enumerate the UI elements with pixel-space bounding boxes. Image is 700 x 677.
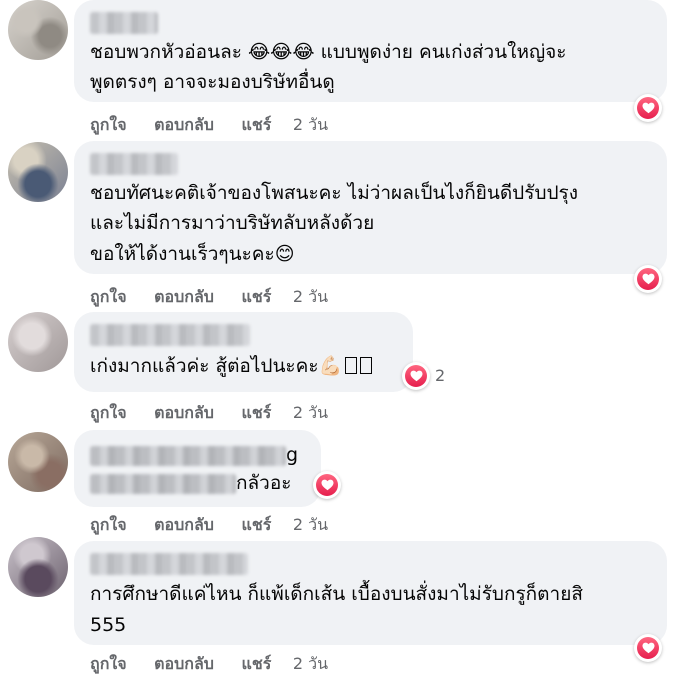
comment-text-line: ขอให้ได้งานเร็วๆนะคะ😊: [90, 243, 295, 265]
heart-icon: [405, 365, 427, 387]
reaction-badge[interactable]: [313, 471, 341, 499]
comment-text: กลัวอะ: [236, 472, 292, 494]
avatar[interactable]: [8, 0, 68, 60]
timestamp[interactable]: 2 วัน: [293, 113, 328, 138]
heart-icon: [637, 268, 659, 290]
reply-button[interactable]: ตอบกลับ: [154, 513, 214, 538]
reaction-count[interactable]: 2: [435, 366, 445, 385]
comment-text-line: g: [90, 442, 298, 468]
comment-bubble: การศึกษาดีแค่ไหน ก็แพ้เด็กเส้น เบื้องบนส…: [74, 541, 667, 645]
timestamp[interactable]: 2 วัน: [293, 401, 328, 426]
share-button[interactable]: แชร์: [242, 401, 272, 426]
avatar[interactable]: [8, 537, 68, 597]
comment-bubble: ชอบทัศนะคติเจ้าของโพสนะคะ ไม่ว่าผลเป็นไง…: [74, 141, 667, 274]
heart-icon: [316, 474, 338, 496]
comment-bubble: ชอบพวกหัวอ่อนละ 😂😂😂 แบบพูดง่าย คนเก่งส่ว…: [74, 0, 667, 102]
comment-actions: ถูกใจ ตอบกลับ แชร์ 2 วัน: [90, 513, 350, 538]
missing-glyph-box: [360, 357, 373, 374]
comment-text-line: และไม่มีการมาว่าบริษัทลับหลังด้วย: [90, 212, 375, 234]
comment-text-line: การศึกษาดีแค่ไหน ก็แพ้เด็กเส้น เบื้องบนส…: [90, 583, 583, 605]
comment-text-blurred: [90, 473, 236, 494]
reaction-badge[interactable]: [634, 94, 662, 122]
comment-actions: ถูกใจ ตอบกลับ แชร์ 2 วัน: [90, 652, 350, 677]
avatar[interactable]: [8, 432, 68, 492]
comment-actions: ถูกใจ ตอบกลับ แชร์ 2 วัน: [90, 401, 350, 426]
timestamp[interactable]: 2 วัน: [293, 652, 328, 677]
comment-text-line: พูดตรงๆ อาจจะมองบริษัทอื่นดู: [90, 71, 335, 93]
reply-button[interactable]: ตอบกลับ: [154, 113, 214, 138]
reaction-badge[interactable]: [634, 634, 662, 662]
commenter-name-blurred[interactable]: [90, 445, 286, 466]
reply-button[interactable]: ตอบกลับ: [154, 652, 214, 677]
comment-text-line: เก่งมากแล้วค่ะ สู้ต่อไปนะคะ💪🏻: [90, 352, 373, 381]
share-button[interactable]: แชร์: [242, 513, 272, 538]
commenter-name-blurred[interactable]: [90, 153, 178, 175]
share-button[interactable]: แชร์: [242, 652, 272, 677]
like-button[interactable]: ถูกใจ: [90, 401, 127, 426]
comment-bubble: เก่งมากแล้วค่ะ สู้ต่อไปนะคะ💪🏻: [74, 312, 413, 392]
heart-icon: [637, 637, 659, 659]
reaction-badge[interactable]: [634, 265, 662, 293]
timestamp[interactable]: 2 วัน: [293, 513, 328, 538]
comment-text: เก่งมากแล้วค่ะ สู้ต่อไปนะคะ💪🏻: [90, 355, 343, 377]
commenter-name-blurred[interactable]: [90, 553, 248, 575]
comment-bubble: g กลัวอะ: [74, 430, 321, 507]
comment-actions: ถูกใจ ตอบกลับ แชร์ 2 วัน: [90, 113, 350, 138]
comment-text-line: ชอบทัศนะคติเจ้าของโพสนะคะ ไม่ว่าผลเป็นไง…: [90, 182, 579, 204]
like-button[interactable]: ถูกใจ: [90, 285, 127, 310]
avatar[interactable]: [8, 312, 68, 372]
name-tail: g: [286, 444, 299, 466]
reply-button[interactable]: ตอบกลับ: [154, 401, 214, 426]
comment-actions: ถูกใจ ตอบกลับ แชร์ 2 วัน: [90, 285, 350, 310]
share-button[interactable]: แชร์: [242, 285, 272, 310]
like-button[interactable]: ถูกใจ: [90, 513, 127, 538]
heart-icon: [637, 97, 659, 119]
comment-text-line: กลัวอะ: [90, 470, 291, 496]
commenter-name-blurred[interactable]: [90, 324, 250, 346]
share-button[interactable]: แชร์: [242, 113, 272, 138]
reaction-badge[interactable]: [402, 362, 430, 390]
like-button[interactable]: ถูกใจ: [90, 113, 127, 138]
reply-button[interactable]: ตอบกลับ: [154, 285, 214, 310]
avatar[interactable]: [8, 142, 68, 202]
comment-text-line: ชอบพวกหัวอ่อนละ 😂😂😂 แบบพูดง่าย คนเก่งส่ว…: [90, 41, 567, 63]
timestamp[interactable]: 2 วัน: [293, 285, 328, 310]
commenter-name-blurred[interactable]: [90, 12, 158, 34]
missing-glyph-box: [345, 357, 358, 374]
comment-text-line: 555: [90, 614, 127, 636]
like-button[interactable]: ถูกใจ: [90, 652, 127, 677]
